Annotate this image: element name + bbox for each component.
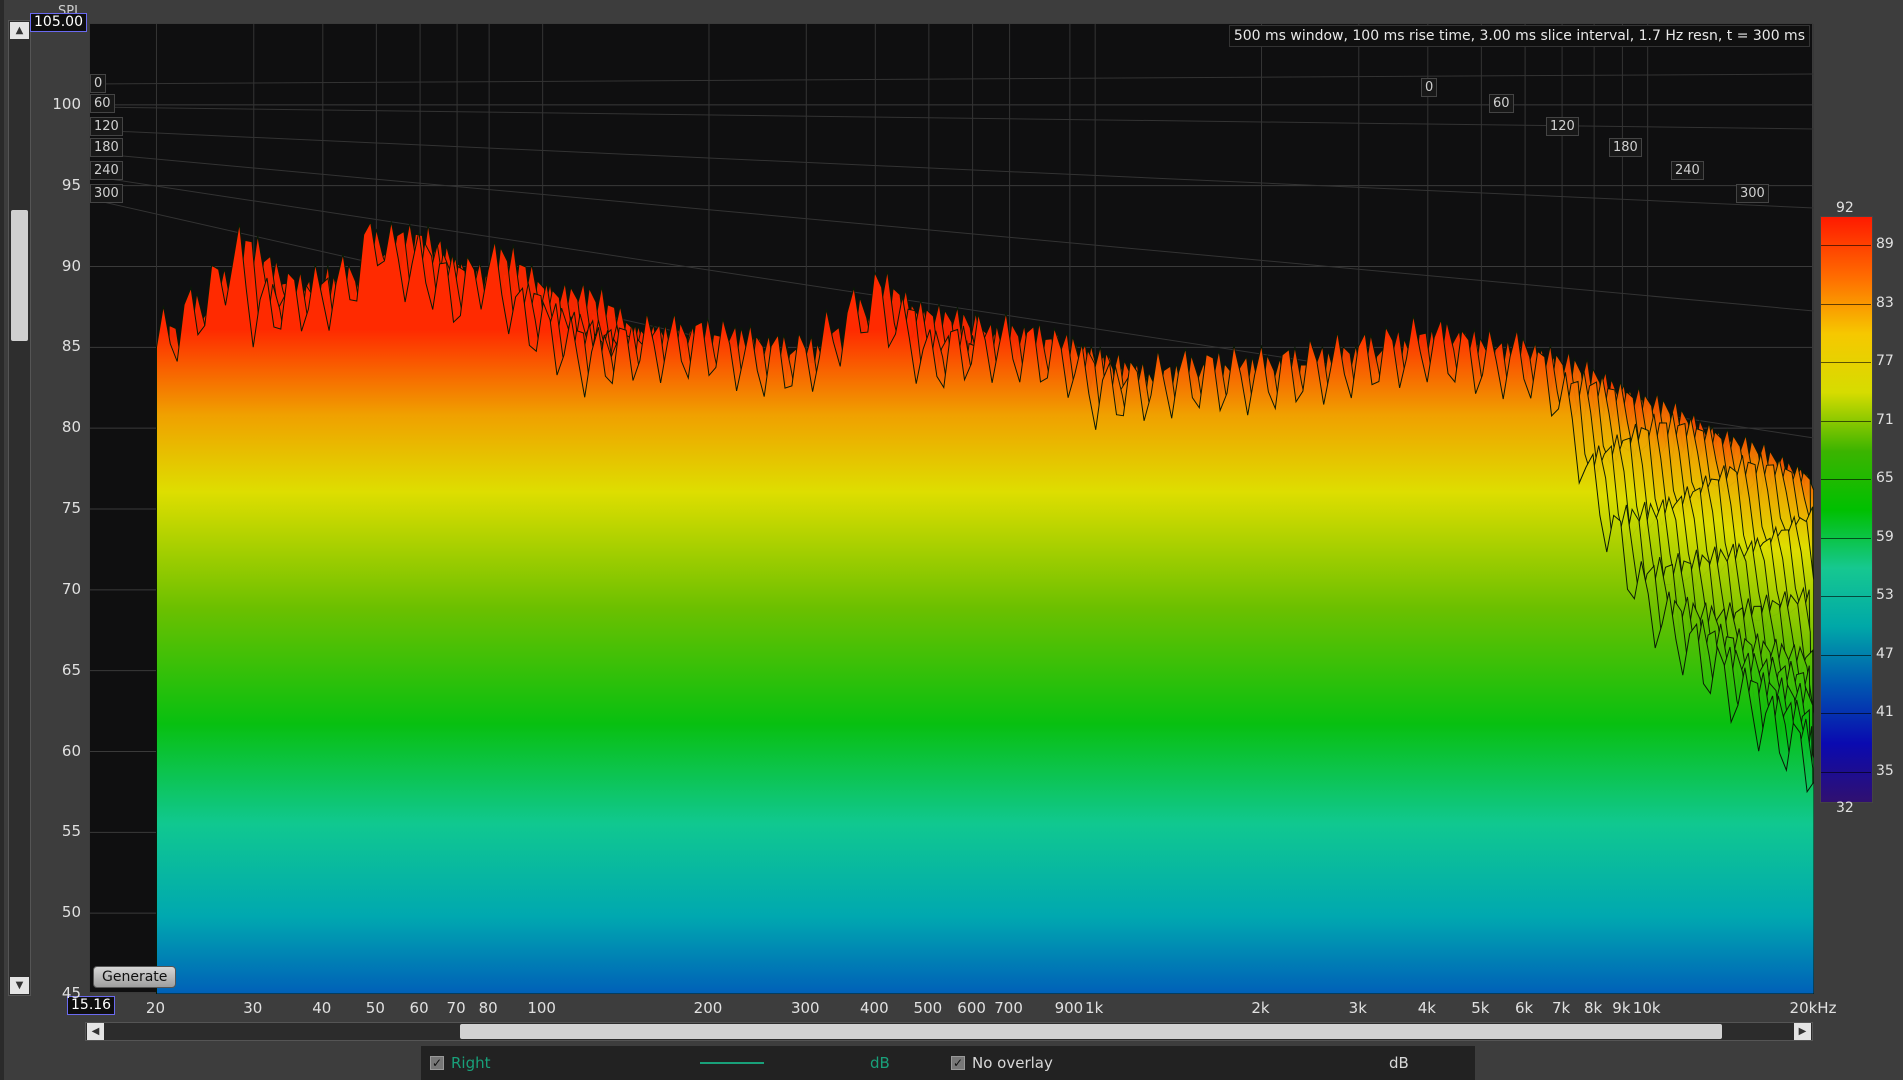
time-slice-label-left: 300 xyxy=(90,184,123,203)
overlay-unit: dB xyxy=(1389,1054,1409,1072)
x-tick-label: 100 xyxy=(527,999,556,1017)
time-slice-label-right: 0 xyxy=(1421,78,1438,97)
x-tick-label: 500 xyxy=(913,999,943,1017)
x-tick-label: 900 xyxy=(1054,999,1084,1017)
channel-name: Right xyxy=(451,1054,491,1072)
color-scale-label: 59 xyxy=(1876,528,1894,545)
color-scale-label: 53 xyxy=(1876,587,1894,604)
y-tick-label: 80 xyxy=(61,418,81,437)
color-scale-label: 71 xyxy=(1876,411,1894,428)
color-scale-label: 41 xyxy=(1876,704,1894,721)
x-tick-label: 5k xyxy=(1471,999,1490,1017)
x-tick-label: 40 xyxy=(312,999,332,1017)
legend-bar: ✓ Right dB ✓ No overlay dB xyxy=(421,1046,1475,1080)
color-scale-tick xyxy=(1821,245,1871,247)
time-slice-label-right: 180 xyxy=(1609,138,1642,157)
scroll-up-arrow-icon[interactable]: ▲ xyxy=(10,22,29,39)
color-scale-tick xyxy=(1821,596,1871,598)
color-scale-label: 77 xyxy=(1876,353,1894,370)
y-tick-label: 70 xyxy=(61,579,81,598)
y-tick-label: 45 xyxy=(61,984,81,1002)
color-scale-tick xyxy=(1821,771,1871,773)
color-scale-label: 65 xyxy=(1876,470,1894,487)
color-scale-label: 89 xyxy=(1876,236,1894,253)
y-tick-label: 75 xyxy=(61,499,81,517)
x-tick-label: 300 xyxy=(790,999,820,1017)
generate-button[interactable]: Generate xyxy=(93,966,177,988)
x-tick-label: 400 xyxy=(859,999,889,1017)
x-tick-label: 200 xyxy=(693,999,723,1017)
time-slice-label-right: 120 xyxy=(1546,117,1579,136)
y-tick-label: 60 xyxy=(61,741,81,760)
x-tick-label: 80 xyxy=(478,999,498,1017)
time-slice-label-left: 240 xyxy=(90,161,123,180)
x-tick-label: 70 xyxy=(446,999,466,1017)
x-tick-label: 1k xyxy=(1085,999,1104,1017)
y-tick-label: 90 xyxy=(61,256,81,275)
overlay-label: No overlay xyxy=(972,1054,1053,1072)
x-tick-label: 3k xyxy=(1348,999,1367,1017)
x-tick-label: 20kHz xyxy=(1789,999,1837,1017)
x-tick-label: 2k xyxy=(1251,999,1270,1017)
x-tick-label: 4k xyxy=(1417,999,1436,1017)
channel-unit: dB xyxy=(870,1054,890,1072)
time-slice-label-left: 180 xyxy=(90,138,123,157)
right-channel-checkbox[interactable]: ✓ xyxy=(430,1056,444,1070)
color-scale-label: 92 xyxy=(1836,200,1854,216)
time-slice-label-left: 0 xyxy=(90,74,107,93)
horizontal-scrollbar[interactable]: ◀ ▶ xyxy=(85,1022,1813,1041)
channel-line-swatch xyxy=(700,1062,764,1064)
waterfall-svg xyxy=(90,24,1814,994)
x-tick-label: 10k xyxy=(1632,999,1661,1017)
y-tick-label: 65 xyxy=(61,660,81,679)
y-tick-label: 50 xyxy=(61,903,81,922)
x-tick-label: 8k xyxy=(1584,999,1603,1017)
y-tick-label: 55 xyxy=(61,822,81,841)
color-scale-tick xyxy=(1821,537,1871,539)
x-tick-label: 30 xyxy=(243,999,263,1017)
time-depth-line xyxy=(90,73,1814,85)
scroll-left-arrow-icon[interactable]: ◀ xyxy=(87,1023,104,1040)
x-tick-label: 20 xyxy=(145,999,166,1017)
color-scale-tick xyxy=(1821,654,1871,656)
time-slice-label-left: 120 xyxy=(90,117,123,136)
y-tick-label: 85 xyxy=(61,337,81,356)
x-tick-label: 9k xyxy=(1612,999,1631,1017)
y-max-field[interactable]: 105.00 xyxy=(30,13,87,32)
scroll-right-arrow-icon[interactable]: ▶ xyxy=(1794,1023,1811,1040)
overlay-checkbox[interactable]: ✓ xyxy=(951,1056,965,1070)
time-slice-label-left: 60 xyxy=(90,94,115,113)
time-slice-label-right: 60 xyxy=(1489,94,1514,113)
time-slice-label-right: 240 xyxy=(1671,161,1704,180)
x-tick-label: 50 xyxy=(365,999,385,1017)
waterfall-plot[interactable]: 500 ms window, 100 ms rise time, 3.00 ms… xyxy=(89,23,1814,994)
color-scale-tick xyxy=(1821,420,1871,422)
x-tick-label: 7k xyxy=(1551,999,1571,1017)
horizontal-scroll-thumb[interactable] xyxy=(460,1024,1722,1039)
color-scale-label: 47 xyxy=(1876,645,1894,662)
analysis-info: 500 ms window, 100 ms rise time, 3.00 ms… xyxy=(1228,25,1810,47)
time-slice-label-right: 300 xyxy=(1736,184,1769,203)
color-scale-tick xyxy=(1821,362,1871,364)
time-depth-line xyxy=(90,129,1814,209)
x-tick-label: 600 xyxy=(957,999,986,1017)
x-tick-label: 6k xyxy=(1514,999,1534,1017)
color-scale-label: 32 xyxy=(1836,800,1854,816)
y-tick-label: 100 xyxy=(52,94,81,113)
color-scale-label: 83 xyxy=(1876,294,1894,311)
x-tick-label: 700 xyxy=(994,999,1023,1017)
y-tick-label: 95 xyxy=(61,175,81,194)
color-scale-tick xyxy=(1821,303,1871,305)
vertical-scroll-thumb[interactable] xyxy=(11,210,28,341)
color-scale-label: 35 xyxy=(1876,762,1894,779)
x-tick-label: 60 xyxy=(409,999,429,1017)
color-scale-tick xyxy=(1821,479,1871,481)
color-scale-tick xyxy=(1821,713,1871,715)
